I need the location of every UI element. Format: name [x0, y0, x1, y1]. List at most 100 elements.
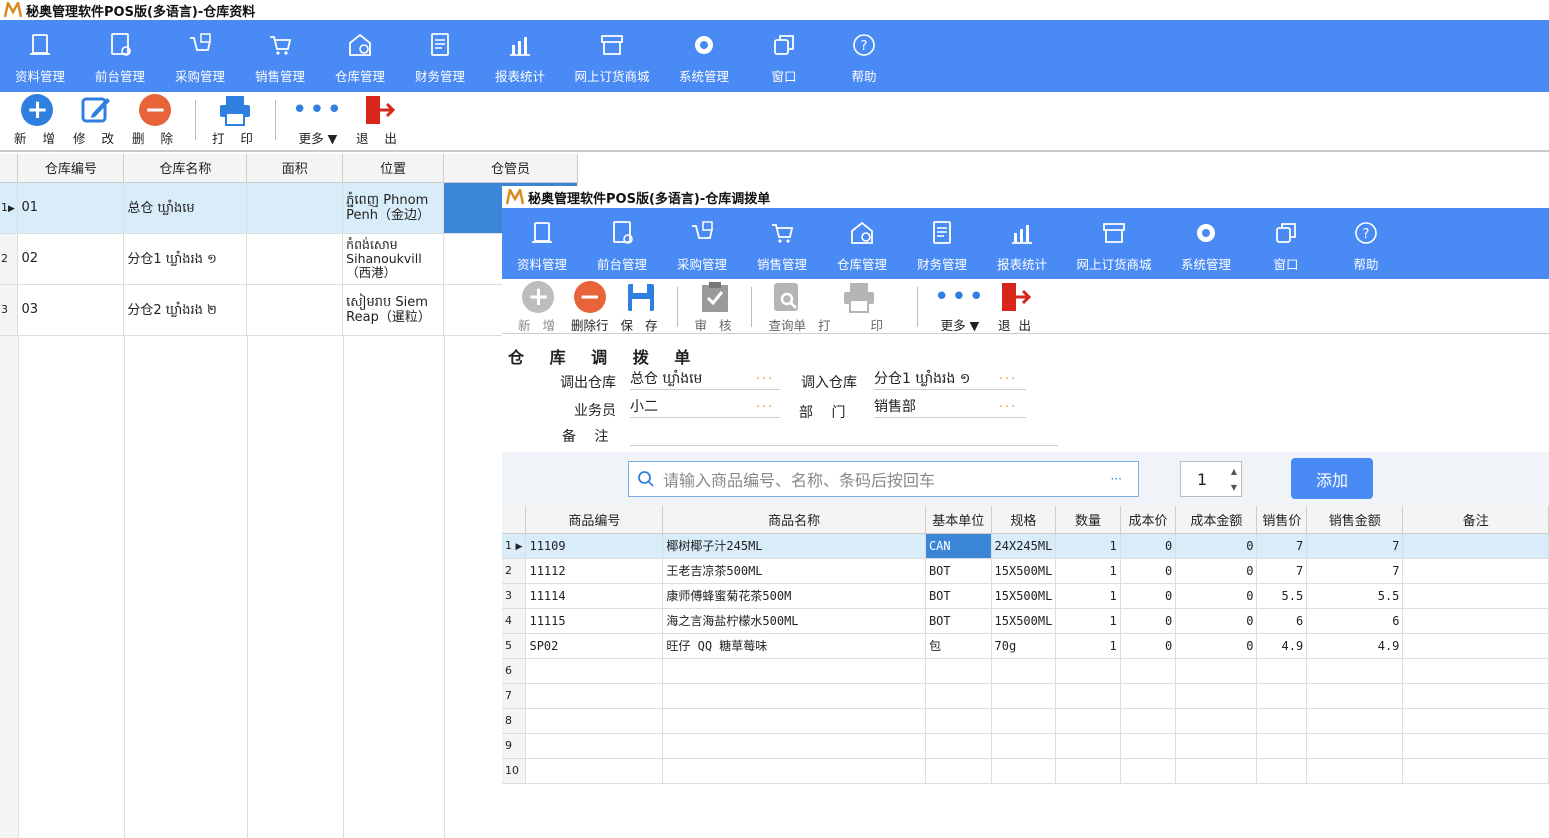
edit-button[interactable]: 修 改	[73, 92, 120, 147]
col-product-name[interactable]: 商品名称	[662, 506, 926, 534]
table-row[interactable]: 3 03 分仓2 ឃ្លាំងរង ២ សៀមរាប Siem Reap（暹粒）	[0, 284, 578, 336]
grid-cell[interactable]	[662, 683, 926, 709]
grid-cell[interactable]	[1402, 758, 1549, 784]
grid-cell[interactable]	[991, 758, 1057, 784]
col-warehouse-name[interactable]: 仓库名称	[123, 154, 248, 183]
grid-cell[interactable]: 4.9	[1306, 633, 1404, 659]
grid-cell[interactable]	[1402, 558, 1549, 584]
audit-button[interactable]: 审 核	[694, 279, 735, 334]
col-sale-price[interactable]: 销售价	[1256, 506, 1308, 534]
table-row[interactable]: 4 11115 海之言海盐柠檬水500ML BOT 15X500ML 1 0 0 6 6	[502, 608, 1549, 634]
grid-cell[interactable]: 0	[1120, 558, 1177, 584]
print-button[interactable]: 打 印	[212, 92, 259, 147]
add-button[interactable]: + 新 增	[518, 279, 559, 334]
grid-cell[interactable]	[1055, 658, 1121, 684]
grid-cell[interactable]: 包	[925, 633, 992, 659]
grid-cell[interactable]	[925, 758, 992, 784]
grid-cell[interactable]	[1402, 708, 1549, 734]
ribbon-shop[interactable]: 网上订货商城	[1062, 208, 1166, 279]
grid-cell[interactable]	[1120, 758, 1177, 784]
col-quantity[interactable]: 数量	[1055, 506, 1121, 534]
grid-cell[interactable]	[1175, 683, 1258, 709]
grid-cell[interactable]: 7	[1306, 558, 1404, 584]
grid-cell[interactable]: 11114	[525, 583, 664, 609]
ribbon-gear[interactable]: 系统管理	[664, 20, 744, 92]
grid-cell[interactable]	[925, 733, 992, 759]
grid-cell[interactable]: 1	[1055, 583, 1121, 609]
grid-cell[interactable]: 70g	[991, 633, 1057, 659]
ribbon-windows[interactable]: 窗口	[744, 20, 824, 92]
grid-cell[interactable]	[1120, 683, 1177, 709]
table-row[interactable]: 10	[502, 758, 1549, 784]
print-button[interactable]: 打 印	[818, 279, 901, 334]
ribbon-gear[interactable]: 系统管理	[1166, 208, 1246, 279]
ribbon-register[interactable]: 前台管理	[582, 208, 662, 279]
grid-cell[interactable]	[1306, 758, 1404, 784]
grid-cell[interactable]: 6	[1306, 608, 1404, 634]
grid-cell[interactable]	[525, 733, 664, 759]
grid-cell[interactable]	[991, 658, 1057, 684]
table-row[interactable]: 1▶ 01 总仓 ឃ្លាំងមេ ភ្នំពេញ Phnom Penh（金边）	[0, 182, 578, 234]
table-row[interactable]: 7	[502, 683, 1549, 709]
grid-cell[interactable]	[1175, 758, 1258, 784]
grid-cell[interactable]: 1	[1055, 608, 1121, 634]
col-area[interactable]: 面积	[246, 154, 344, 183]
more-button[interactable]: ••• 更多 ▼	[292, 92, 344, 147]
grid-cell[interactable]	[925, 683, 992, 709]
grid-cell[interactable]	[1055, 758, 1121, 784]
col-location[interactable]: 位置	[342, 154, 445, 183]
add-product-button[interactable]: 添加	[1291, 458, 1373, 499]
table-row[interactable]: 8	[502, 708, 1549, 734]
ribbon-windows[interactable]: 窗口	[1246, 208, 1326, 279]
grid-cell[interactable]	[1256, 733, 1308, 759]
grid-cell[interactable]	[525, 758, 664, 784]
col-cost-amount[interactable]: 成本金额	[1175, 506, 1258, 534]
ribbon-document[interactable]: 资料管理	[502, 208, 582, 279]
ribbon-cart-check[interactable]: 采购管理	[160, 20, 240, 92]
grid-cell[interactable]	[662, 658, 926, 684]
col-unit[interactable]: 基本单位	[925, 506, 992, 534]
more-button[interactable]: ••• 更多 ▼	[934, 279, 986, 334]
col-product-code[interactable]: 商品编号	[525, 506, 664, 534]
save-button[interactable]: 保 存	[621, 279, 662, 334]
grid-cell[interactable]	[1402, 608, 1549, 634]
exit-button[interactable]: 退 出	[356, 92, 403, 147]
grid-cell[interactable]	[1120, 708, 1177, 734]
grid-cell[interactable]: BOT	[925, 608, 992, 634]
grid-cell[interactable]: 0	[1120, 633, 1177, 659]
ribbon-chart[interactable]: 报表统计	[480, 20, 560, 92]
grid-cell[interactable]	[925, 708, 992, 734]
table-row[interactable]: 6	[502, 658, 1549, 684]
col-sale-amount[interactable]: 销售金额	[1306, 506, 1404, 534]
grid-cell[interactable]	[1306, 658, 1404, 684]
grid-cell[interactable]: 4.9	[1256, 633, 1308, 659]
grid-cell[interactable]	[662, 758, 926, 784]
grid-cell[interactable]	[1175, 733, 1258, 759]
grid-cell[interactable]: 0	[1175, 533, 1258, 559]
ribbon-document[interactable]: 资料管理	[0, 20, 80, 92]
ribbon-warehouse[interactable]: 仓库管理	[320, 20, 400, 92]
table-row[interactable]: 3 11114 康师傅蜂蜜菊花茶500M BOT 15X500ML 1 0 0 5.5 5.5	[502, 583, 1549, 609]
col-warehouse-code[interactable]: 仓库编号	[17, 154, 125, 183]
grid-cell[interactable]: 0	[1120, 608, 1177, 634]
grid-cell[interactable]	[525, 683, 664, 709]
grid-cell[interactable]	[1402, 683, 1549, 709]
grid-cell[interactable]	[1402, 583, 1549, 609]
grid-cell[interactable]	[1306, 683, 1404, 709]
grid-cell[interactable]	[1256, 658, 1308, 684]
grid-cell[interactable]: 1	[1055, 633, 1121, 659]
grid-cell[interactable]	[991, 733, 1057, 759]
grid-cell[interactable]	[1402, 633, 1549, 659]
grid-cell[interactable]: 7	[1306, 533, 1404, 559]
exit-button[interactable]: 退 出	[998, 279, 1033, 334]
grid-cell[interactable]: CAN	[925, 533, 992, 559]
department-picker-icon[interactable]: ···	[999, 400, 1017, 415]
grid-cell[interactable]: 7	[1256, 558, 1308, 584]
add-button[interactable]: + 新 增	[14, 92, 61, 147]
ribbon-shop[interactable]: 网上订货商城	[560, 20, 664, 92]
grid-cell[interactable]	[1256, 708, 1308, 734]
grid-cell[interactable]	[1055, 733, 1121, 759]
ribbon-warehouse[interactable]: 仓库管理	[822, 208, 902, 279]
grid-cell[interactable]	[925, 658, 992, 684]
grid-cell[interactable]	[1256, 683, 1308, 709]
